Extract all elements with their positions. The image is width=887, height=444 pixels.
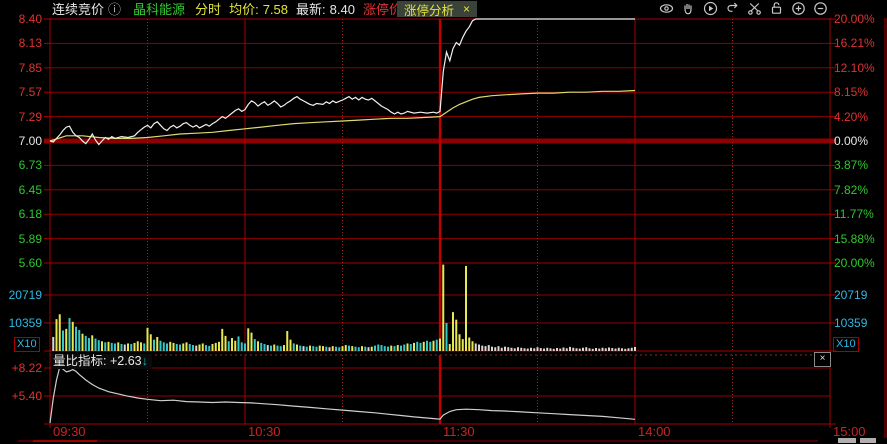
play-icon[interactable] bbox=[703, 1, 718, 16]
indicator-close-button[interactable]: × bbox=[814, 352, 831, 367]
volume-unit-right: X10 bbox=[833, 337, 859, 352]
axis-label: 7.82% bbox=[834, 183, 868, 197]
axis-label: 11.77% bbox=[834, 207, 874, 221]
axis-label: 4.20% bbox=[834, 110, 868, 124]
axis-label: 10359 bbox=[834, 316, 867, 330]
axis-label: +8.22 bbox=[0, 361, 42, 375]
axis-label: 20.00% bbox=[834, 256, 875, 270]
down-arrow-icon: ↓ bbox=[142, 354, 148, 368]
axis-label: 0.00% bbox=[834, 134, 868, 148]
info-icon[interactable]: ⓘ bbox=[108, 1, 121, 18]
zoom-out-icon[interactable] bbox=[813, 1, 828, 16]
chart-toolbar bbox=[659, 1, 828, 16]
axis-label: 20719 bbox=[834, 288, 867, 302]
axis-label: 8.15% bbox=[834, 85, 868, 99]
volume-ratio-indicator-label: 量比指标: +2.63↓ bbox=[51, 354, 152, 369]
axis-label: 15:00 bbox=[833, 425, 877, 438]
axis-label: 10:30 bbox=[248, 425, 292, 438]
axis-label: 5.89 bbox=[0, 232, 42, 246]
avg-price-label: 均价: bbox=[229, 1, 259, 18]
axis-label: 20719 bbox=[0, 288, 42, 302]
bottom-scroll-track[interactable] bbox=[18, 440, 818, 442]
volume-unit-left: X10 bbox=[14, 337, 40, 352]
axis-label: 16.21% bbox=[834, 36, 875, 50]
bottom-scroll-thumb[interactable] bbox=[33, 440, 97, 442]
last-price-value: 8.40 bbox=[330, 1, 355, 18]
view-label: 分时 bbox=[195, 1, 221, 18]
tab-limit-up-analysis[interactable]: 涨停分析 × bbox=[397, 1, 477, 17]
indicator-name: 量比指标: bbox=[53, 354, 106, 368]
axis-label: 12.10% bbox=[834, 61, 875, 75]
axis-label: 09:30 bbox=[53, 425, 97, 438]
axis-label: 7.85 bbox=[0, 61, 42, 75]
zoom-in-icon[interactable] bbox=[791, 1, 806, 16]
axis-label: 7.57 bbox=[0, 85, 42, 99]
auction-mode-label: 连续竞价 bbox=[52, 1, 104, 18]
undo-icon[interactable] bbox=[725, 1, 740, 16]
tab-close-icon[interactable]: × bbox=[463, 2, 470, 16]
scissors-icon[interactable] bbox=[747, 1, 762, 16]
avg-price-value: 7.58 bbox=[263, 1, 288, 18]
lock-icon[interactable] bbox=[769, 1, 784, 16]
indicator-value: +2.63 bbox=[110, 354, 142, 368]
axis-label: 8.13 bbox=[0, 36, 42, 50]
axis-label: 14:00 bbox=[638, 425, 682, 438]
axis-label: 3.87% bbox=[834, 158, 868, 172]
axis-label: 6.45 bbox=[0, 183, 42, 197]
axis-label: 5.60 bbox=[0, 256, 42, 270]
hand-icon[interactable] bbox=[681, 1, 696, 16]
axis-label: +5.40 bbox=[0, 389, 42, 403]
axis-label: 10359 bbox=[0, 316, 42, 330]
tab-label: 涨停分析 bbox=[404, 0, 454, 19]
axis-label: 15.88% bbox=[834, 232, 875, 246]
last-price-label: 最新: bbox=[296, 1, 326, 18]
axis-label: 11:30 bbox=[443, 425, 487, 438]
intraday-chart[interactable] bbox=[0, 0, 887, 444]
axis-label: 7.29 bbox=[0, 110, 42, 124]
axis-label: 6.73 bbox=[0, 158, 42, 172]
axis-label: 7.00 bbox=[0, 134, 42, 148]
stock-intraday-window: 连续竞价 ⓘ 晶科能源 分时 均价: 7.58 最新: 8.40 涨停价: 8.… bbox=[0, 0, 887, 444]
axis-label: 6.18 bbox=[0, 207, 42, 221]
eye-icon[interactable] bbox=[659, 1, 674, 16]
stock-name: 晶科能源 bbox=[133, 1, 185, 18]
